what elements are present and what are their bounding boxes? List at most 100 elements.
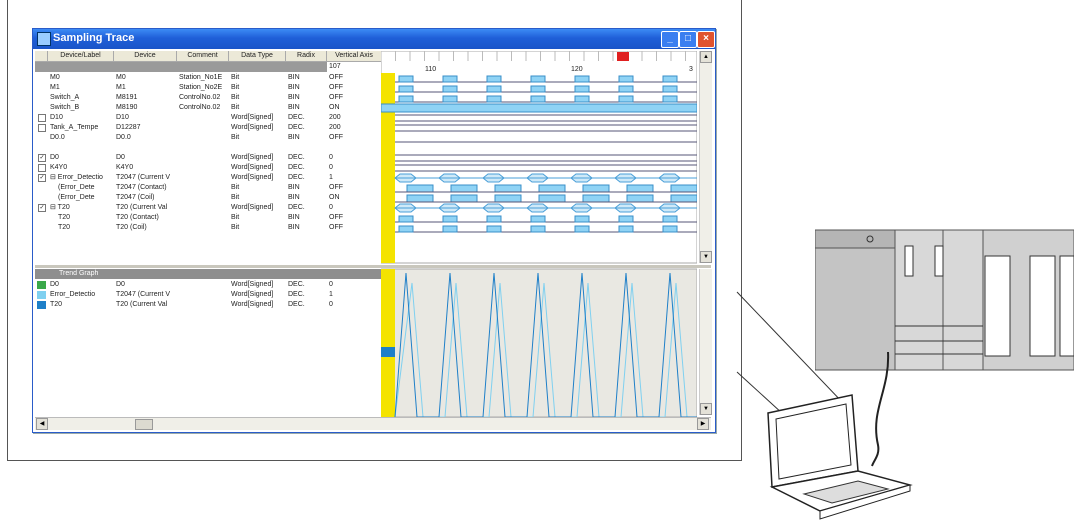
table-row[interactable]: (Error_Dete T2047 (Contact) Bit BIN OFF — [35, 183, 381, 193]
table-row[interactable]: ✓ ⊟ T20 T20 (Current Val Word[Signed] DEC. 0 — [35, 203, 381, 213]
row-device: M8191 — [116, 94, 138, 101]
signal-on — [380, 103, 698, 113]
signal-pulse — [398, 225, 414, 233]
row-device: T2047 (Current V — [116, 174, 171, 181]
column-header-device[interactable]: Device — [114, 51, 177, 62]
trend-row[interactable]: T20 T20 (Current Val Word[Signed] DEC. 0 — [35, 300, 381, 310]
row-value — [329, 143, 380, 153]
axis-row: 107 — [35, 62, 383, 72]
row-checkbox[interactable]: ✓ — [38, 204, 46, 212]
table-row[interactable]: Tank_A_Tempe D12287 Word[Signed] DEC. 200 — [35, 123, 381, 133]
sampling-trace-window: Sampling Trace _ □ × Device/Label Device… — [32, 28, 716, 433]
table-row[interactable]: D10 D10 Word[Signed] DEC. 200 — [35, 113, 381, 123]
table-row[interactable]: M0 M0 Station_No1E Bit BIN OFF — [35, 73, 381, 83]
signal-pulse — [450, 184, 478, 193]
row-comment — [179, 133, 227, 143]
row-data-type: Bit — [231, 74, 240, 81]
trend-device: D0 — [116, 281, 125, 288]
trend-row[interactable]: Error_Detectio T2047 (Current V Word[Signe… — [35, 290, 381, 300]
signal-pulse — [398, 215, 414, 223]
scroll-up-icon[interactable]: ▲ — [700, 51, 712, 63]
series-color-swatch[interactable] — [37, 291, 46, 299]
row-checkbox[interactable] — [38, 114, 46, 122]
signal-pulse — [618, 95, 634, 103]
row-checkbox[interactable] — [38, 164, 46, 172]
series-color-swatch[interactable] — [37, 281, 46, 289]
upper-vertical-scrollbar[interactable]: ▲ ▼ — [699, 51, 712, 263]
signal-pulse — [538, 194, 566, 203]
row-radix: DEC. — [288, 174, 305, 181]
row-checkbox[interactable]: ✓ — [38, 174, 46, 182]
column-header-comment[interactable]: Comment — [177, 51, 229, 62]
row-comment: ControlNo.02 — [179, 104, 221, 111]
row-checkbox[interactable] — [38, 124, 46, 132]
table-row[interactable]: ✓ ⊟ Error_Detectio T2047 (Current V Word[Si… — [35, 173, 381, 183]
row-data-type: Word[Signed] — [231, 154, 274, 161]
row-radix: DEC. — [288, 114, 305, 121]
minimize-button[interactable]: _ — [661, 31, 679, 48]
signal-pulse — [398, 95, 414, 103]
signal-pulse — [662, 215, 678, 223]
signal-pulse — [582, 194, 610, 203]
lower-vertical-scrollbar[interactable]: ▼ — [699, 269, 712, 415]
table-row[interactable]: T20 T20 (Contact) Bit BIN OFF — [35, 213, 381, 223]
scroll-thumb[interactable] — [135, 419, 153, 430]
signal-pulse — [494, 194, 522, 203]
trace-chart: 110 120 3 — [380, 50, 709, 422]
signal-pulse — [618, 225, 634, 233]
row-radix: BIN — [288, 194, 300, 201]
row-radix: BIN — [288, 184, 300, 191]
row-data-type: Bit — [231, 94, 240, 101]
column-header-label[interactable]: Device/Label — [48, 51, 114, 62]
scroll-down-icon[interactable]: ▼ — [700, 403, 712, 415]
title-bar[interactable]: Sampling Trace _ □ × — [33, 29, 715, 49]
row-data-type: Bit — [231, 84, 240, 91]
signal-pulse — [442, 75, 458, 83]
signal-pulse — [442, 85, 458, 93]
trend-graph-label: Trend Graph — [59, 270, 99, 277]
row-value: OFF — [329, 184, 343, 191]
series-color-swatch[interactable] — [37, 301, 46, 309]
row-radix: BIN — [288, 214, 300, 221]
signal-pulse — [486, 85, 502, 93]
signal-pulse — [662, 225, 678, 233]
row-label — [50, 143, 112, 153]
row-radix: BIN — [288, 134, 300, 141]
scroll-down-icon[interactable]: ▼ — [700, 251, 712, 263]
row-label: (Error_Dete — [58, 184, 95, 191]
row-label: ⊟ T20 — [50, 204, 70, 211]
table-row[interactable]: M1 M1 Station_No2E Bit BIN OFF — [35, 83, 381, 93]
column-header-vertical-axis[interactable]: Vertical Axis — [327, 51, 382, 62]
table-row[interactable]: T20 T20 (Coil) Bit BIN OFF — [35, 223, 381, 233]
row-radix: BIN — [288, 224, 300, 231]
table-row[interactable]: (Error_Dete T2047 (Coil) Bit BIN ON — [35, 193, 381, 203]
table-row[interactable]: Switch_A M8191 ControlNo.02 Bit BIN OFF — [35, 93, 381, 103]
table-row[interactable]: K4Y0 K4Y0 Word[Signed] DEC. 0 — [35, 163, 381, 173]
table-row[interactable] — [35, 143, 381, 153]
row-comment — [179, 193, 227, 203]
table-row[interactable]: Switch_B M8190 ControlNo.02 Bit BIN ON — [35, 103, 381, 113]
row-checkbox[interactable]: ✓ — [38, 154, 46, 162]
signal-pulse — [662, 75, 678, 83]
row-value: OFF — [329, 94, 343, 101]
column-header-data-type[interactable]: Data Type — [229, 51, 286, 62]
scroll-right-icon[interactable]: ▶ — [697, 418, 709, 430]
row-radix: BIN — [288, 84, 300, 91]
close-button[interactable]: × — [697, 31, 715, 48]
table-row[interactable]: D0.0 D0.0 Bit BIN OFF — [35, 133, 381, 143]
row-data-type: Bit — [231, 134, 240, 141]
pane-splitter[interactable] — [35, 265, 711, 268]
corner-icon[interactable] — [35, 51, 48, 62]
column-header-radix[interactable]: Radix — [286, 51, 327, 62]
signal-pulse — [530, 225, 546, 233]
signal-pulse — [618, 75, 634, 83]
signal-pulse — [574, 95, 590, 103]
maximize-button[interactable]: □ — [679, 31, 697, 48]
row-label: Switch_A — [50, 94, 80, 101]
scroll-left-icon[interactable]: ◀ — [36, 418, 48, 430]
trend-data-type: Word[Signed] — [231, 281, 274, 288]
table-row[interactable]: ✓ D0 D0 Word[Signed] DEC. 0 — [35, 153, 381, 163]
trend-row[interactable]: D0 D0 Word[Signed] DEC. 0 — [35, 280, 381, 290]
horizontal-scrollbar[interactable]: ◀ ▶ — [35, 417, 711, 430]
signal-pulse — [486, 225, 502, 233]
